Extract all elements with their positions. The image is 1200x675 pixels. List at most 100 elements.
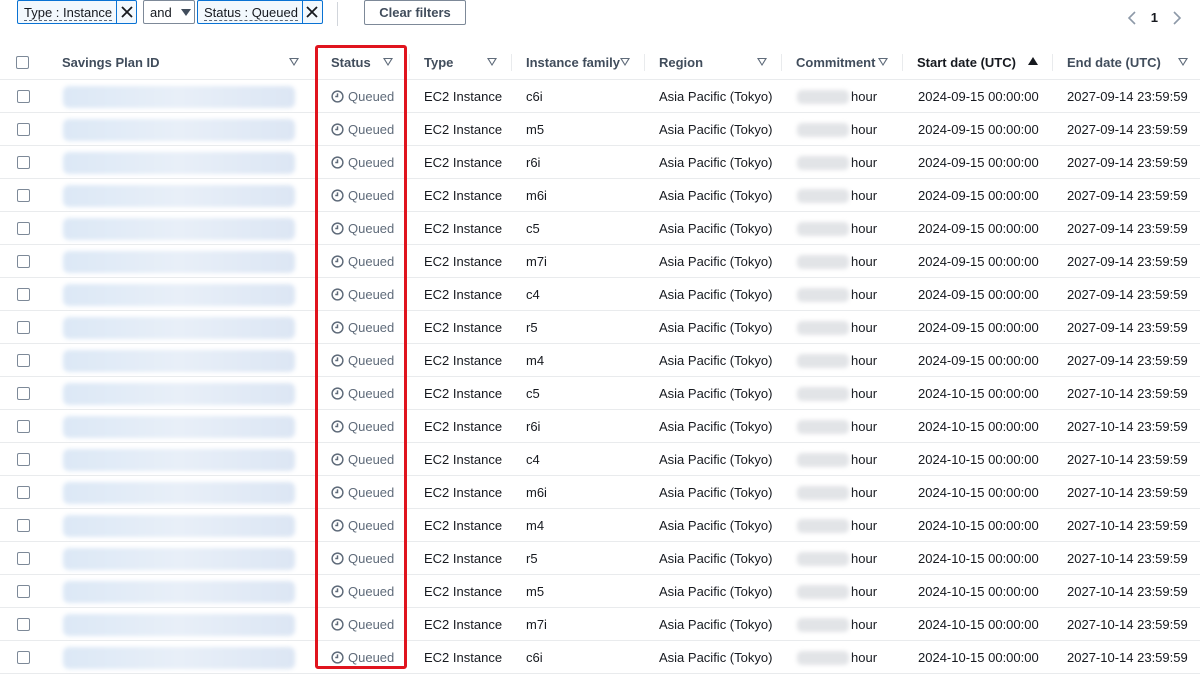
redacted-savings-plan-id[interactable] [63,382,295,405]
type-cell: EC2 Instance [424,419,503,434]
column-header-savings-plan-id[interactable]: Savings Plan ID [47,46,313,79]
remove-filter-status-button[interactable] [301,1,322,23]
status-indicator: Queued [331,419,394,434]
row-checkbox[interactable] [17,123,30,136]
redacted-savings-plan-id[interactable] [63,85,295,108]
row-checkbox[interactable] [17,90,30,103]
row-checkbox[interactable] [17,354,30,367]
type-cell: EC2 Instance [424,122,503,137]
row-select-cell [17,344,47,377]
redacted-savings-plan-id[interactable] [63,151,295,174]
redacted-savings-plan-id[interactable] [63,580,295,603]
start-date-cell: 2024-10-15 00:00:00 [918,452,1039,467]
column-header-status[interactable]: Status [315,46,407,79]
type-cell: EC2 Instance [424,584,503,599]
redacted-savings-plan-id[interactable] [63,118,295,141]
status-cell: Queued [331,179,407,212]
redacted-savings-plan-id[interactable] [63,481,295,504]
column-header-end-date[interactable]: End date (UTC) [1052,46,1200,79]
remove-filter-type-button[interactable] [116,1,136,23]
commitment-unit: hour [851,650,878,665]
instance-family-cell: r6i [526,419,541,434]
type-cell: EC2 Instance [424,452,503,467]
row-checkbox[interactable] [17,585,30,598]
clock-icon [331,90,344,103]
row-checkbox[interactable] [17,387,30,400]
row-checkbox[interactable] [17,552,30,565]
table-row: Queued EC2 Instance m7i Asia Pacific (Tokyo… [0,245,1200,278]
row-checkbox[interactable] [17,486,30,499]
row-checkbox[interactable] [17,189,30,202]
type-cell: EC2 Instance [424,188,503,203]
redacted-savings-plan-id[interactable] [63,184,295,207]
filter-bar: Type : Instance and Status : Queued Clea… [0,0,1200,46]
select-all-checkbox[interactable] [16,56,29,69]
row-checkbox[interactable] [17,519,30,532]
redacted-savings-plan-id[interactable] [63,646,295,669]
redacted-savings-plan-id[interactable] [63,547,295,570]
row-select-cell [17,377,47,410]
end-date-cell: 2027-09-14 23:59:59 [1067,188,1188,203]
row-checkbox[interactable] [17,222,30,235]
row-checkbox[interactable] [17,288,30,301]
redacted-savings-plan-id[interactable] [63,316,295,339]
redacted-savings-plan-id[interactable] [63,250,295,273]
row-checkbox[interactable] [17,651,30,664]
column-header-commitment[interactable]: Commitment [781,46,902,79]
column-divider [511,54,512,71]
status-text: Queued [348,287,395,302]
start-date-cell: 2024-09-15 00:00:00 [918,89,1039,104]
sort-icon [383,58,393,66]
row-checkbox[interactable] [17,420,30,433]
status-indicator: Queued [331,353,394,368]
row-checkbox[interactable] [17,453,30,466]
row-select-cell [17,113,47,146]
commitment-unit: hour [851,89,878,104]
column-header-instance-family[interactable]: Instance family [511,46,644,79]
column-header-label: Region [659,55,704,70]
end-date-cell: 2027-10-14 23:59:59 [1067,419,1188,434]
status-cell: Queued [331,146,407,179]
redacted-savings-plan-id[interactable] [63,349,295,372]
redacted-savings-plan-id[interactable] [63,283,295,306]
row-checkbox[interactable] [17,156,30,169]
instance-family-cell: c6i [526,89,543,104]
redacted-savings-plan-id[interactable] [63,217,295,240]
redacted-savings-plan-id[interactable] [63,415,295,438]
instance-family-cell: c5 [526,386,540,401]
chevron-right-icon[interactable] [1172,10,1182,25]
savings-plan-id-cell [63,608,303,641]
redacted-commitment-amount [797,287,849,302]
filter-operator-select[interactable]: and [143,0,195,24]
chevron-left-icon[interactable] [1127,10,1137,25]
status-indicator: Queued [331,155,394,170]
filter-token-label[interactable]: Type : Instance [18,1,116,23]
redacted-savings-plan-id[interactable] [63,448,295,471]
commitment-cell: hour [797,377,897,410]
status-cell: Queued [331,311,407,344]
redacted-savings-plan-id[interactable] [63,613,295,636]
table-row: Queued EC2 Instance c4 Asia Pacific (Tokyo)… [0,443,1200,476]
status-cell: Queued [331,542,407,575]
clock-icon [331,321,344,334]
column-header-region[interactable]: Region [644,46,781,79]
savings-plan-id-cell [63,245,303,278]
filter-token-label[interactable]: Status : Queued [198,1,302,23]
status-indicator: Queued [331,518,394,533]
instance-family-cell: m5 [526,122,545,137]
column-header-start-date[interactable]: Start date (UTC) [902,46,1052,79]
status-text: Queued [348,518,395,533]
end-date-cell: 2027-09-14 23:59:59 [1067,353,1188,368]
table-row: Queued EC2 Instance r5 Asia Pacific (Tokyo)… [0,542,1200,575]
row-checkbox[interactable] [17,255,30,268]
page-number-current[interactable]: 1 [1151,10,1158,25]
table-row: Queued EC2 Instance c5 Asia Pacific (Tokyo)… [0,377,1200,410]
redacted-savings-plan-id[interactable] [63,514,295,537]
commitment-unit: hour [851,254,878,269]
row-checkbox[interactable] [17,618,30,631]
column-header-type[interactable]: Type [409,46,511,79]
region-cell: Asia Pacific (Tokyo) [659,650,773,665]
row-checkbox[interactable] [17,321,30,334]
clear-filters-button[interactable]: Clear filters [364,0,466,25]
savings-plan-id-cell [63,509,303,542]
